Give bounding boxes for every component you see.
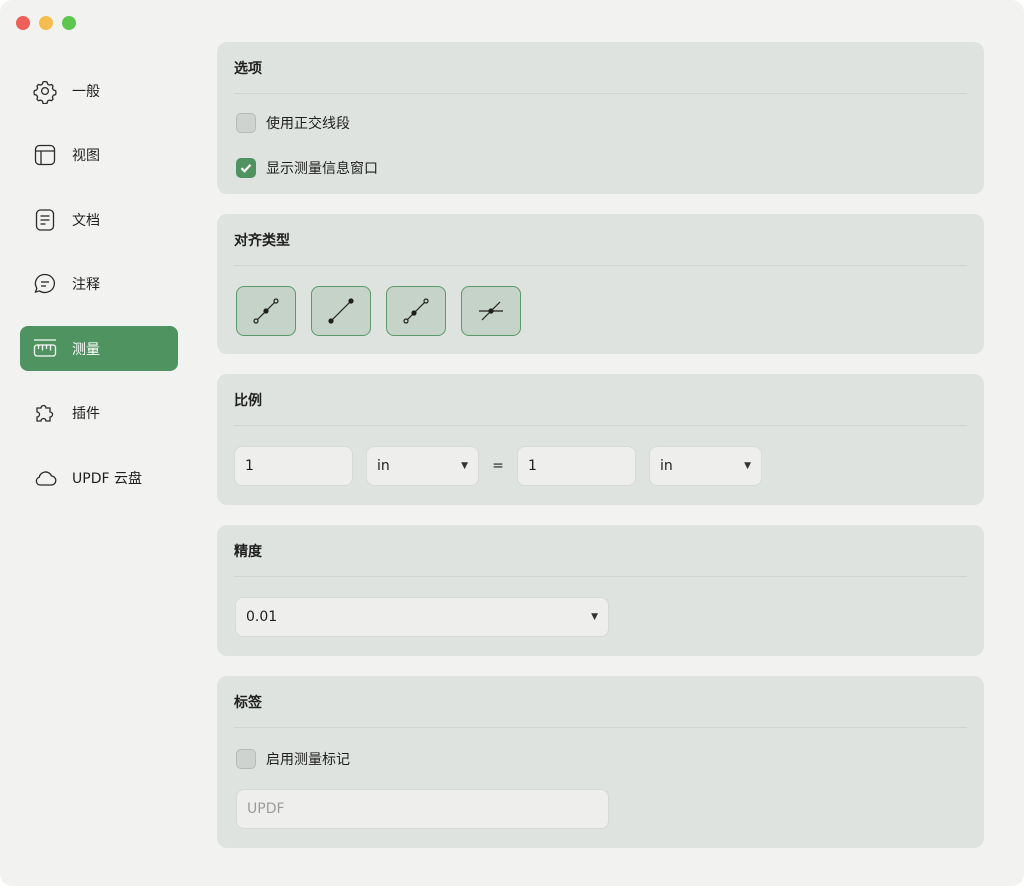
maximize-window-button[interactable] bbox=[62, 16, 76, 30]
section-title: 精度 bbox=[234, 525, 967, 577]
scale-section: 比例 1 in ▼ = 1 in ▼ bbox=[217, 374, 984, 505]
show-info-label: 显示测量信息窗口 bbox=[266, 160, 378, 177]
options-section: 选项 使用正交线段 显示测量信息窗口 bbox=[217, 42, 984, 194]
sidebar-item-general[interactable]: 一般 bbox=[20, 68, 178, 113]
labels-section: 标签 启用测量标记 UPDF bbox=[217, 676, 984, 848]
gear-icon bbox=[32, 78, 58, 104]
section-title: 比例 bbox=[234, 374, 967, 426]
scale-left-unit: in bbox=[377, 458, 390, 474]
snap-intersection-icon bbox=[479, 301, 503, 321]
scale-right-unit: in bbox=[660, 458, 673, 474]
precision-select[interactable]: 0.01 ▼ bbox=[235, 597, 609, 637]
sidebar-item-label: 视图 bbox=[72, 148, 100, 164]
comment-icon bbox=[32, 271, 58, 297]
ruler-icon bbox=[32, 336, 58, 362]
enable-label-text: 启用测量标记 bbox=[266, 751, 350, 768]
window-controls bbox=[16, 16, 76, 30]
sidebar-item-label: 一般 bbox=[72, 83, 100, 100]
section-title: 选项 bbox=[234, 42, 967, 94]
snap-path-icon bbox=[403, 298, 429, 324]
measure-settings: 选项 使用正交线段 显示测量信息窗口 对齐类型 比例 1 in ▼ = 1 in… bbox=[217, 42, 984, 868]
snap-endpoint-button[interactable] bbox=[311, 286, 371, 336]
show-info-checkbox[interactable] bbox=[236, 157, 256, 178]
close-window-button[interactable] bbox=[16, 16, 30, 30]
scale-left-input[interactable]: 1 bbox=[234, 446, 353, 486]
snap-path-button[interactable] bbox=[386, 286, 446, 336]
enable-label-option[interactable]: 启用测量标记 bbox=[234, 736, 967, 781]
document-icon bbox=[32, 207, 58, 233]
scale-left-value: 1 bbox=[245, 458, 254, 474]
sidebar-item-label: 插件 bbox=[72, 406, 100, 422]
section-title: 标签 bbox=[234, 676, 967, 728]
precision-section: 精度 0.01 ▼ bbox=[217, 525, 984, 656]
chevron-down-icon: ▼ bbox=[461, 461, 468, 471]
sidebar-item-cloud[interactable]: UPDF 云盘 bbox=[20, 455, 178, 500]
scale-left-unit-select[interactable]: in ▼ bbox=[366, 446, 479, 486]
section-title: 对齐类型 bbox=[234, 214, 967, 266]
chevron-down-icon: ▼ bbox=[591, 612, 598, 622]
scale-right-value: 1 bbox=[528, 458, 537, 474]
sidebar-item-label: 文档 bbox=[72, 212, 100, 229]
minimize-window-button[interactable] bbox=[39, 16, 53, 30]
sidebar-item-label: UPDF 云盘 bbox=[72, 470, 142, 487]
snap-section: 对齐类型 bbox=[217, 214, 984, 354]
snap-endpoint-icon bbox=[328, 298, 354, 324]
sidebar-item-label: 注释 bbox=[72, 277, 100, 293]
cloud-icon bbox=[32, 465, 58, 491]
sidebar-item-view[interactable]: 视图 bbox=[20, 133, 178, 178]
settings-window: 一般 视图 文档 注释 测量 插件 UPDF 云盘 选项 使用正交线段 显示测量… bbox=[0, 0, 1024, 886]
snap-intersection-button[interactable] bbox=[461, 286, 521, 336]
show-info-option[interactable]: 显示测量信息窗口 bbox=[236, 145, 967, 190]
enable-label-checkbox[interactable] bbox=[236, 748, 256, 769]
sidebar-item-annotation[interactable]: 注释 bbox=[20, 262, 178, 307]
sidebar-item-plugins[interactable]: 插件 bbox=[20, 391, 178, 436]
scale-right-unit-select[interactable]: in ▼ bbox=[649, 446, 762, 486]
sidebar-item-document[interactable]: 文档 bbox=[20, 197, 178, 242]
precision-value: 0.01 bbox=[246, 609, 278, 625]
label-text-input[interactable]: UPDF bbox=[236, 789, 609, 829]
scale-right-input[interactable]: 1 bbox=[517, 446, 636, 486]
checkmark-icon bbox=[240, 163, 252, 173]
label-placeholder: UPDF bbox=[247, 801, 285, 817]
puzzle-icon bbox=[32, 400, 58, 426]
snap-midpoint-button[interactable] bbox=[236, 286, 296, 336]
sidebar-item-label: 测量 bbox=[72, 341, 100, 358]
equals-sign: = bbox=[492, 458, 504, 474]
orthogonal-label: 使用正交线段 bbox=[266, 115, 350, 132]
orthogonal-option[interactable]: 使用正交线段 bbox=[236, 100, 967, 145]
sidebar: 一般 视图 文档 注释 测量 插件 UPDF 云盘 bbox=[20, 68, 178, 520]
sidebar-item-measure[interactable]: 测量 bbox=[20, 326, 178, 371]
orthogonal-checkbox[interactable] bbox=[236, 112, 256, 133]
chevron-down-icon: ▼ bbox=[744, 461, 751, 471]
layout-icon bbox=[32, 142, 58, 168]
snap-midpoint-icon bbox=[253, 298, 279, 324]
